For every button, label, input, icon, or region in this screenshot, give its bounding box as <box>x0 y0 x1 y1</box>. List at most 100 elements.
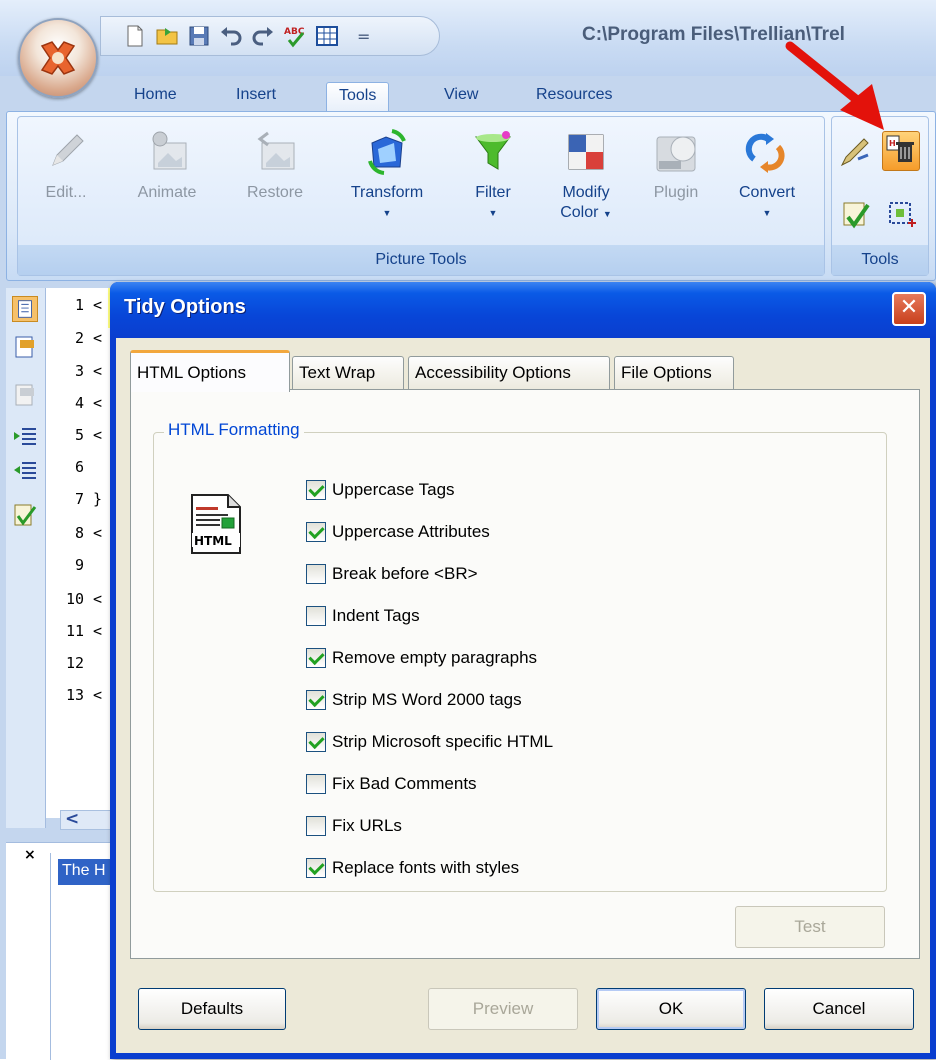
bottom-panel: × The H <box>6 842 122 1060</box>
edit-button[interactable]: Edit... <box>28 129 104 203</box>
convert-button[interactable]: Convert ▼ <box>722 129 812 223</box>
line-number: 9 <box>74 556 84 574</box>
customize-dropdown-icon[interactable]: = <box>357 27 370 46</box>
outdent-icon[interactable] <box>12 458 38 484</box>
office-button[interactable] <box>18 18 98 98</box>
bookmark-icon[interactable] <box>12 334 38 360</box>
checkbox-checked[interactable] <box>306 522 326 542</box>
new-file-icon[interactable] <box>123 24 147 48</box>
edit-tool-icon[interactable] <box>838 135 872 169</box>
uppercase-attributes-checkbox[interactable]: Uppercase Attributes <box>306 519 490 545</box>
checkbox-checked[interactable] <box>306 690 326 710</box>
plugin-icon <box>656 136 696 172</box>
checkbox-checked[interactable] <box>306 858 326 878</box>
line-number: 10 < <box>66 590 103 608</box>
pencil-icon <box>52 134 84 166</box>
indent-tags-checkbox[interactable]: Indent Tags <box>306 603 420 629</box>
transform-button[interactable]: Transform ▼ <box>332 129 442 223</box>
remove-empty-paragraphs-checkbox[interactable]: Remove empty paragraphs <box>306 645 537 671</box>
dialog-body: HTML Options Text Wrap Accessibility Opt… <box>116 338 930 1053</box>
scroll-left-icon[interactable]: < <box>65 809 79 829</box>
tools-group: H Tools <box>831 116 929 276</box>
redo-icon[interactable] <box>251 24 275 48</box>
tidy-trash-icon: H <box>886 135 914 162</box>
spellcheck-icon[interactable]: ABC <box>283 24 307 48</box>
chevron-down-icon: ▼ <box>762 208 772 218</box>
indent-icon[interactable] <box>12 424 38 450</box>
restore-image-icon <box>257 131 295 170</box>
color-squares-icon <box>568 134 604 170</box>
line-number: 5 < <box>74 426 103 444</box>
strip-microsoft-html-checkbox[interactable]: Strip Microsoft specific HTML <box>306 729 553 755</box>
ok-button[interactable]: OK <box>596 988 746 1030</box>
tab-tools[interactable]: Tools <box>326 82 390 112</box>
transform-icon <box>368 129 406 175</box>
uppercase-tags-checkbox[interactable]: Uppercase Tags <box>306 477 455 503</box>
tab-insert[interactable]: Insert <box>224 82 288 112</box>
break-before-br-checkbox[interactable]: Break before <BR> <box>306 561 478 587</box>
html-formatting-group: HTML Formatting HTML Uppercase Tags Uppe… <box>153 420 887 892</box>
replace-fonts-checkbox[interactable]: Replace fonts with styles <box>306 855 519 881</box>
fix-urls-checkbox[interactable]: Fix URLs <box>306 813 402 839</box>
line-numbers-icon[interactable] <box>12 296 38 322</box>
close-button[interactable]: ✕ <box>892 292 926 326</box>
check-document-icon[interactable] <box>12 502 38 528</box>
strip-ms-word-tags-checkbox[interactable]: Strip MS Word 2000 tags <box>306 687 522 713</box>
ribbon: Edit... Animate Restore Transform ▼ Filt… <box>6 111 936 281</box>
svg-text:HTML: HTML <box>194 534 232 548</box>
chevron-down-icon: ▼ <box>382 208 392 218</box>
checkbox-unchecked[interactable] <box>306 564 326 584</box>
horizontal-scrollbar[interactable]: < <box>60 809 116 830</box>
tab-accessibility-options[interactable]: Accessibility Options <box>408 356 610 390</box>
tidy-html-button[interactable]: H <box>882 131 920 171</box>
film-icon <box>152 131 187 170</box>
preview-button[interactable]: Preview <box>428 988 578 1030</box>
test-button[interactable]: Test <box>735 906 885 948</box>
close-icon[interactable]: × <box>24 847 36 863</box>
dialog-title-bar[interactable]: Tidy Options ✕ <box>110 282 936 338</box>
plugin-button[interactable]: Plugin <box>636 129 716 203</box>
validate-icon[interactable] <box>840 197 874 231</box>
checkbox-checked[interactable] <box>306 648 326 668</box>
animate-button[interactable]: Animate <box>122 129 212 203</box>
red-arrow-icon <box>785 41 884 130</box>
undo-icon[interactable] <box>219 24 243 48</box>
bookmark-disabled-icon[interactable] <box>12 382 38 408</box>
restore-button[interactable]: Restore <box>230 129 320 203</box>
picture-tools-group: Edit... Animate Restore Transform ▼ Filt… <box>17 116 825 276</box>
chevron-down-icon: ▼ <box>602 209 612 219</box>
dialog-tabs: HTML Options Text Wrap Accessibility Opt… <box>130 350 920 392</box>
tab-resources[interactable]: Resources <box>524 82 624 112</box>
svg-text:H: H <box>889 139 896 148</box>
line-number: 12 <box>66 654 85 672</box>
line-number: 11 < <box>66 622 103 640</box>
checkbox-checked[interactable] <box>306 480 326 500</box>
tab-file-options[interactable]: File Options <box>614 356 734 390</box>
cancel-button[interactable]: Cancel <box>764 988 914 1030</box>
line-number: 6 <box>74 458 84 476</box>
checkbox-checked[interactable] <box>306 732 326 752</box>
group-title: HTML Formatting <box>164 420 304 440</box>
line-number: 2 < <box>74 329 103 347</box>
table-icon[interactable] <box>315 24 339 48</box>
defaults-button[interactable]: Defaults <box>138 988 286 1030</box>
fix-bad-comments-checkbox[interactable]: Fix Bad Comments <box>306 771 477 797</box>
checkbox-unchecked[interactable] <box>306 606 326 626</box>
html-options-page: HTML Formatting HTML Uppercase Tags Uppe… <box>130 389 920 959</box>
modify-color-button[interactable]: Modify Color ▼ <box>538 129 634 224</box>
tab-text-wrap[interactable]: Text Wrap <box>292 356 404 390</box>
tidy-options-dialog: Tidy Options ✕ HTML Options Text Wrap Ac… <box>110 282 936 1059</box>
chevron-down-icon: ▼ <box>488 208 498 218</box>
tab-html-options[interactable]: HTML Options <box>130 350 290 392</box>
tab-home[interactable]: Home <box>122 82 189 112</box>
line-number: 13 < <box>66 686 103 704</box>
save-icon[interactable] <box>187 24 211 48</box>
select-region-icon[interactable] <box>884 197 918 231</box>
checkbox-unchecked[interactable] <box>306 816 326 836</box>
tab-view[interactable]: View <box>432 82 490 112</box>
filter-button[interactable]: Filter ▼ <box>456 129 530 223</box>
line-number: 1 < <box>74 296 103 314</box>
checkbox-unchecked[interactable] <box>306 774 326 794</box>
application-window: ABC = C:\Program Files\Trellian\Trel Hom… <box>0 0 936 1060</box>
open-folder-icon[interactable] <box>155 24 179 48</box>
